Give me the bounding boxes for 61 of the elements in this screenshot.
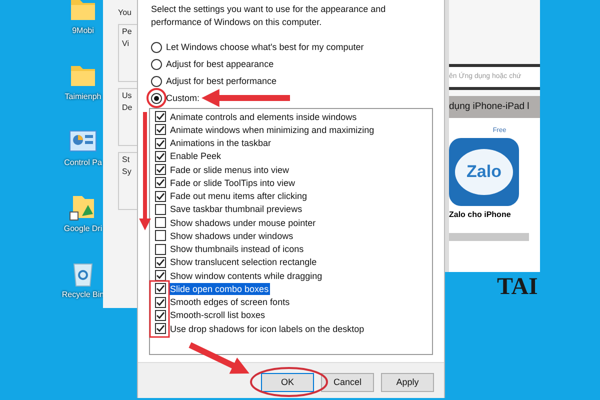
- effect-option[interactable]: Animate windows when minimizing and maximizing: [169, 124, 376, 136]
- effect-option[interactable]: Enable Peek: [169, 150, 222, 162]
- checkbox[interactable]: [155, 270, 166, 282]
- checkbox[interactable]: [155, 230, 166, 242]
- app-name[interactable]: Zalo cho iPhone: [449, 208, 511, 221]
- radio-button[interactable]: [151, 58, 162, 70]
- radio-button[interactable]: [151, 42, 162, 52]
- effect-option[interactable]: Fade out menu items after clicking: [169, 190, 308, 202]
- group-text: Sy: [122, 167, 132, 177]
- effect-option[interactable]: Fade or slide ToolTips into view: [169, 176, 296, 189]
- effect-option[interactable]: Show thumbnails instead of icons: [169, 243, 305, 256]
- horizontal-scrollbar[interactable]: [449, 232, 529, 241]
- group-label: St: [122, 155, 131, 165]
- effect-option[interactable]: Animations in the taskbar: [169, 137, 272, 150]
- dialog-button[interactable]: Apply: [381, 373, 434, 392]
- checkbox[interactable]: [155, 138, 166, 149]
- radio-option[interactable]: Custom:: [151, 91, 431, 105]
- checkbox[interactable]: [155, 204, 166, 215]
- annotation-circle: [146, 88, 166, 108]
- checkbox[interactable]: [155, 164, 166, 176]
- annotation-rectangle: [149, 280, 170, 338]
- checkbox[interactable]: [155, 111, 166, 122]
- desktop-heading: TAI: [497, 273, 538, 302]
- effect-option[interactable]: Use drop shadows for icon labels on the desktop: [169, 322, 366, 335]
- group-label: Us: [122, 91, 133, 101]
- effect-option[interactable]: Save taskbar thumbnail previews: [169, 203, 304, 216]
- checkbox[interactable]: [155, 150, 166, 162]
- effect-option[interactable]: Slide open combo boxes: [169, 282, 270, 295]
- checkbox[interactable]: [155, 310, 166, 321]
- group-label: Pe: [122, 27, 133, 37]
- group-text: De: [122, 103, 134, 113]
- dialog-button[interactable]: OK: [261, 373, 314, 392]
- effect-option[interactable]: Show window contents while dragging: [169, 270, 324, 282]
- annotation-arrow: [188, 342, 250, 374]
- checkbox[interactable]: [155, 244, 166, 255]
- app-icon[interactable]: Zalo: [449, 138, 519, 206]
- checkbox[interactable]: [155, 283, 166, 294]
- effect-option[interactable]: Show shadows under windows: [169, 230, 294, 242]
- checkbox[interactable]: [155, 190, 166, 202]
- effect-option[interactable]: Fade or slide menus into view: [169, 164, 290, 176]
- radio-option[interactable]: Adjust for best appearance: [151, 57, 431, 71]
- group-text: Vi: [122, 39, 130, 49]
- banner-text: dụng iPhone-iPad l: [449, 100, 530, 114]
- checkbox[interactable]: [155, 323, 166, 334]
- effect-option[interactable]: Show translucent selection rectangle: [169, 256, 318, 268]
- effect-option[interactable]: Animate controls and elements inside windows: [169, 110, 358, 123]
- radio-button[interactable]: [151, 92, 162, 104]
- checkbox[interactable]: [155, 256, 166, 268]
- effect-option[interactable]: Smooth edges of screen fonts: [169, 296, 291, 308]
- checkbox[interactable]: [155, 217, 166, 228]
- effect-option[interactable]: Show shadows under mouse pointer: [169, 216, 317, 229]
- checkbox[interactable]: [155, 296, 166, 308]
- checkbox[interactable]: [155, 177, 166, 188]
- description-text: Select the settings you want to use for the appearance and performance of Windows on this computer.: [151, 3, 387, 29]
- dialog-button[interactable]: Cancel: [321, 373, 374, 392]
- checkbox[interactable]: [155, 124, 166, 136]
- radio-button[interactable]: [151, 76, 162, 86]
- window-text: You: [118, 8, 132, 18]
- radio-option[interactable]: Adjust for best performance: [151, 74, 431, 88]
- radio-option[interactable]: Let Windows choose what's best for my computer: [151, 40, 431, 54]
- effect-option[interactable]: Smooth-scroll list boxes: [169, 309, 266, 322]
